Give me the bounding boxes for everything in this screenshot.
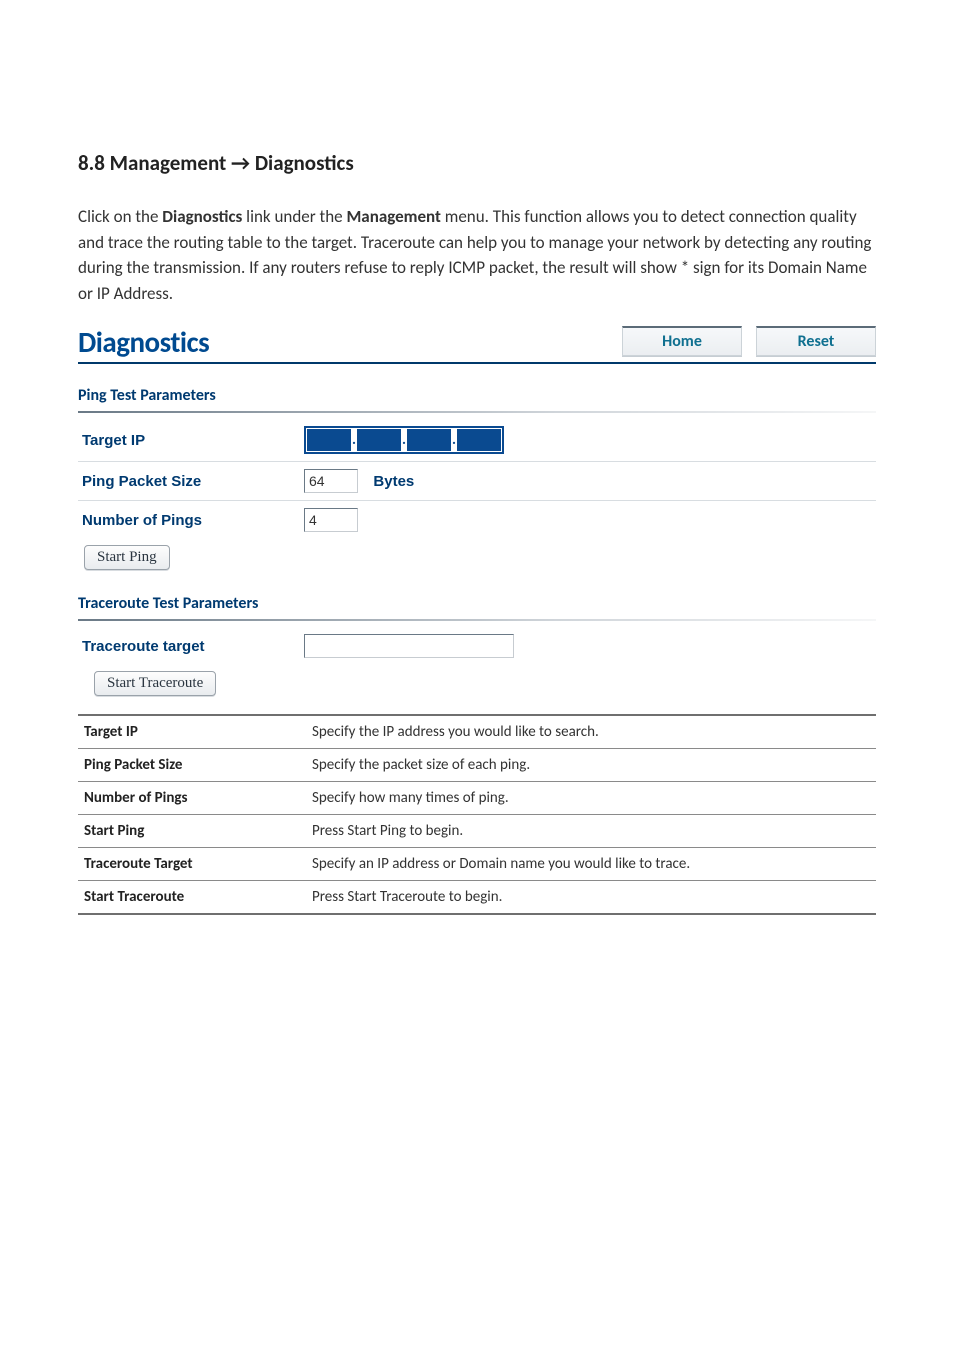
table-row: Number of Pings Specify how many times o… <box>78 782 876 815</box>
target-ip-label: Target IP <box>78 419 300 462</box>
table-row: Number of Pings <box>78 501 876 540</box>
start-traceroute-button[interactable]: Start Traceroute <box>94 671 216 696</box>
bytes-label: Bytes <box>373 473 414 490</box>
start-ping-button[interactable]: Start Ping <box>84 545 170 570</box>
ip-octet-4[interactable] <box>457 429 501 451</box>
def-key: Start Ping <box>78 815 306 848</box>
def-key: Target IP <box>78 716 306 749</box>
def-key: Traceroute Target <box>78 848 306 881</box>
def-val: Specify how many times of ping. <box>306 782 876 815</box>
ping-packet-size-label: Ping Packet Size <box>78 462 300 501</box>
divider <box>78 411 876 413</box>
ping-packet-size-cell: Bytes <box>300 462 876 501</box>
ping-packet-size-input[interactable] <box>304 469 358 493</box>
definitions-table: Target IP Specify the IP address you wou… <box>78 716 876 913</box>
divider <box>78 619 876 621</box>
target-ip-cell: . . . <box>300 419 876 462</box>
target-ip-field: . . . <box>304 426 504 454</box>
traceroute-parameters-table: Traceroute target <box>78 627 876 665</box>
traceroute-target-cell <box>300 627 876 665</box>
ping-parameters-header: Ping Test Parameters <box>78 386 876 405</box>
def-key: Ping Packet Size <box>78 749 306 782</box>
number-of-pings-input[interactable] <box>304 508 358 532</box>
def-val: Press Start Traceroute to begin. <box>306 881 876 914</box>
home-button[interactable]: Home <box>622 326 742 356</box>
intro-bold-diagnostics: Diagnostics <box>162 206 242 227</box>
ip-octet-1[interactable] <box>307 429 351 451</box>
diagnostics-title: Diagnostics <box>78 324 209 360</box>
table-row: Start Ping Press Start Ping to begin. <box>78 815 876 848</box>
intro-text: link under the <box>242 206 346 227</box>
ip-octet-3[interactable] <box>407 429 451 451</box>
intro-bold-management: Management <box>346 206 440 227</box>
def-key: Start Traceroute <box>78 881 306 914</box>
traceroute-target-label: Traceroute target <box>78 627 300 665</box>
definitions-table-wrap: Target IP Specify the IP address you wou… <box>78 714 876 915</box>
traceroute-target-input[interactable] <box>304 634 514 658</box>
diagnostics-header-bar: Diagnostics Home Reset <box>78 324 876 364</box>
number-of-pings-label: Number of Pings <box>78 501 300 540</box>
def-val: Press Start Ping to begin. <box>306 815 876 848</box>
table-row: Traceroute target <box>78 627 876 665</box>
table-row: Traceroute Target Specify an IP address … <box>78 848 876 881</box>
intro-text: Click on the <box>78 206 162 227</box>
section-title: 8.8 Management → Diagnostics <box>78 150 876 176</box>
def-val: Specify the IP address you would like to… <box>306 716 876 749</box>
number-of-pings-cell <box>300 501 876 540</box>
diagnostics-buttons: Home Reset <box>622 326 876 360</box>
def-key: Number of Pings <box>78 782 306 815</box>
table-row: Target IP . . . <box>78 419 876 462</box>
reset-button[interactable]: Reset <box>756 326 876 356</box>
ping-parameters-table: Target IP . . . Ping Packet Size Bytes <box>78 419 876 539</box>
intro-paragraph: Click on the Diagnostics link under the … <box>78 204 876 306</box>
traceroute-parameters-header: Traceroute Test Parameters <box>78 594 876 613</box>
def-val: Specify an IP address or Domain name you… <box>306 848 876 881</box>
table-row: Start Traceroute Press Start Traceroute … <box>78 881 876 914</box>
table-row: Target IP Specify the IP address you wou… <box>78 716 876 749</box>
def-val: Specify the packet size of each ping. <box>306 749 876 782</box>
ip-octet-2[interactable] <box>357 429 401 451</box>
table-row: Ping Packet Size Bytes <box>78 462 876 501</box>
table-row: Ping Packet Size Specify the packet size… <box>78 749 876 782</box>
